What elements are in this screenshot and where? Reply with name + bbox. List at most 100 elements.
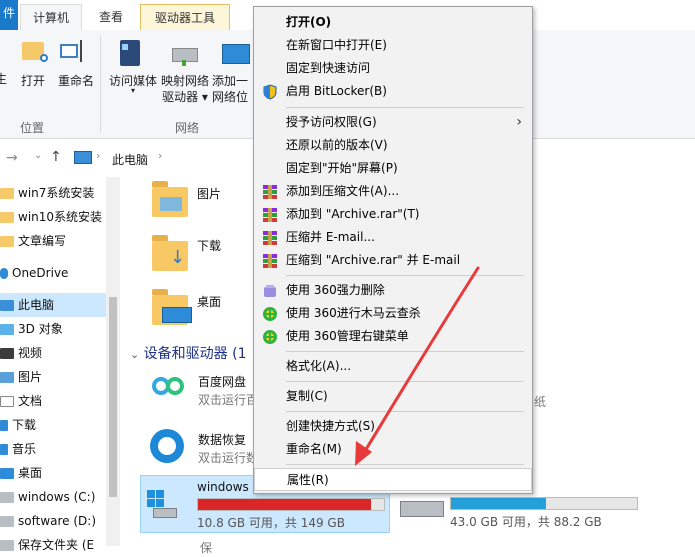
- menu-item-bitlocker[interactable]: 启用 BitLocker(B): [254, 80, 532, 103]
- group-location-label: 位置: [20, 121, 45, 135]
- menu-item-rename[interactable]: 重命名(M): [254, 438, 532, 461]
- cloud-icon: [0, 268, 8, 279]
- breadcrumb[interactable]: 此电脑: [112, 151, 148, 168]
- nav-item-videos[interactable]: 视频: [0, 341, 106, 365]
- map-drive-label-2: 驱动器 ▾: [162, 90, 208, 104]
- nav-item-music[interactable]: 音乐: [0, 437, 106, 461]
- menu-separator: [286, 411, 524, 412]
- media-glyph: [122, 44, 128, 50]
- cable-glyph: [182, 60, 186, 66]
- nav-item-drive-d[interactable]: software (D:): [0, 509, 106, 533]
- nav-item-documents[interactable]: 文档: [0, 389, 106, 413]
- menu-item-properties[interactable]: 属性(R): [254, 468, 532, 491]
- drive-usage-bar: [197, 498, 385, 511]
- menu-item-360-manage[interactable]: 使用 360管理右键菜单: [254, 325, 532, 348]
- nav-item-articles[interactable]: 文章编写: [0, 229, 106, 253]
- recent-chevron-icon[interactable]: ⌄: [34, 150, 42, 161]
- menu-separator: [286, 275, 524, 276]
- download-icon: [0, 420, 8, 431]
- menu-item-pin-quick-access[interactable]: 固定到快速访问: [254, 57, 532, 80]
- download-arrow-icon: ↓: [170, 247, 186, 268]
- nav-item-3d-objects[interactable]: 3D 对象: [0, 317, 106, 341]
- ribbon-divider: [100, 36, 101, 132]
- cursor-glyph: [80, 40, 82, 62]
- forward-icon[interactable]: →: [6, 150, 18, 166]
- nav-item-desktop[interactable]: 桌面: [0, 461, 106, 485]
- nav-item-this-pc[interactable]: 此电脑: [0, 293, 106, 317]
- monitor-glyph: [162, 307, 192, 323]
- nav-item-pictures[interactable]: 图片: [0, 365, 106, 389]
- menu-item-add-archive[interactable]: 添加到压缩文件(A)...: [254, 180, 532, 203]
- app-title: 百度网盘: [198, 375, 247, 389]
- monitor-icon: [222, 44, 250, 64]
- media-button[interactable]: 访问媒体 ▾: [108, 38, 158, 108]
- rename-button[interactable]: 重命名: [56, 40, 96, 100]
- app-tile-baidu[interactable]: 百度网盘 双击运行百: [148, 369, 268, 413]
- menu-item-360-scan[interactable]: 使用 360进行木马云查杀: [254, 302, 532, 325]
- tab-view[interactable]: 查看: [84, 4, 138, 30]
- up-icon[interactable]: ↑: [50, 149, 62, 165]
- nav-item-win10[interactable]: win10系统安装: [0, 205, 106, 229]
- nav-item-drive-e[interactable]: 保存文件夹 (E: [0, 533, 106, 557]
- picture-icon: [0, 372, 14, 383]
- computer-icon: [74, 151, 92, 164]
- winrar-icon: [262, 230, 278, 246]
- document-icon: [0, 396, 14, 407]
- menu-item-copy[interactable]: 复制(C): [254, 385, 532, 408]
- 360-scan-icon: [262, 329, 278, 345]
- app-tile-recovery[interactable]: 数据恢复 双击运行数: [148, 427, 268, 471]
- baidu-netdisk-icon: [148, 369, 188, 409]
- menu-item-add-archive-rar[interactable]: 添加到 "Archive.rar"(T): [254, 203, 532, 226]
- breadcrumb-chevron-icon[interactable]: ›: [96, 149, 100, 162]
- drive-usage-fill: [451, 498, 546, 509]
- map-drive-label-1: 映射网络: [160, 74, 209, 88]
- menu-item-360-delete[interactable]: 使用 360强力删除: [254, 279, 532, 302]
- computer-icon: [0, 300, 14, 311]
- tab-drive-tools[interactable]: 驱动器工具: [140, 4, 230, 30]
- drive-icon: [0, 492, 14, 503]
- cube-icon: [0, 324, 14, 335]
- folder-tile-downloads[interactable]: ↓ 下载: [152, 235, 252, 281]
- drive-icon: [0, 516, 14, 527]
- folder-icon: [0, 236, 14, 247]
- menu-item-create-shortcut[interactable]: 创建快捷方式(S): [254, 415, 532, 438]
- nav-item-downloads[interactable]: 下载: [0, 413, 106, 437]
- folder-tile-pictures[interactable]: 图片: [152, 181, 252, 227]
- menu-item-pin-start[interactable]: 固定到"开始"屏幕(P): [254, 157, 532, 180]
- menu-item-open-new-window[interactable]: 在新窗口中打开(E): [254, 34, 532, 57]
- breadcrumb-chevron-icon[interactable]: ›: [158, 149, 162, 162]
- menu-item-open[interactable]: 打开(O): [254, 11, 532, 34]
- 360-scan-icon: [262, 306, 278, 322]
- tab-computer[interactable]: 计算机: [20, 4, 82, 30]
- drive-name: windows: [197, 480, 249, 494]
- menu-item-format[interactable]: 格式化(A)...: [254, 355, 532, 378]
- app-subtitle: 双击运行百: [198, 393, 259, 407]
- add-network-location-button[interactable]: 添加一 网络位: [212, 38, 254, 116]
- ribbon-cut-label: 生: [0, 72, 7, 86]
- menu-separator: [286, 107, 524, 108]
- landscape-glyph: [160, 197, 182, 211]
- map-drive-button[interactable]: 映射网络 驱动器 ▾: [160, 38, 210, 116]
- drive-icon: [400, 501, 444, 517]
- folder-tile-desktop[interactable]: 桌面: [152, 289, 252, 335]
- section-header[interactable]: ⌄ 设备和驱动器 (1: [130, 343, 247, 363]
- nav-scrollbar-thumb[interactable]: [109, 297, 117, 497]
- nav-item-onedrive[interactable]: OneDrive: [0, 261, 106, 285]
- nav-item-win7[interactable]: win7系统安装: [0, 181, 106, 205]
- rename-label: 重命名: [57, 74, 94, 88]
- recovery-glyph: [158, 437, 176, 455]
- menu-item-grant-access[interactable]: 授予访问权限(G) ›: [254, 111, 532, 134]
- music-icon: [0, 444, 8, 455]
- app-title: 数据恢复: [198, 433, 247, 447]
- menu-item-compress-email[interactable]: 压缩并 E-mail...: [254, 226, 532, 249]
- tab-file[interactable]: 件: [0, 0, 18, 30]
- nav-scrollbar[interactable]: [106, 177, 120, 546]
- open-button[interactable]: 打开: [18, 40, 48, 100]
- menu-item-restore-versions[interactable]: 还原以前的版本(V): [254, 134, 532, 157]
- nav-item-drive-c[interactable]: windows (C:): [0, 485, 106, 509]
- menu-separator: [286, 381, 524, 382]
- chevron-right-icon: ›: [516, 114, 522, 130]
- drive-free-text: 43.0 GB 可用，共 88.2 GB: [450, 515, 602, 529]
- menu-item-compress-rar-email[interactable]: 压缩到 "Archive.rar" 并 E-mail: [254, 249, 532, 272]
- folder-icon: [0, 212, 14, 223]
